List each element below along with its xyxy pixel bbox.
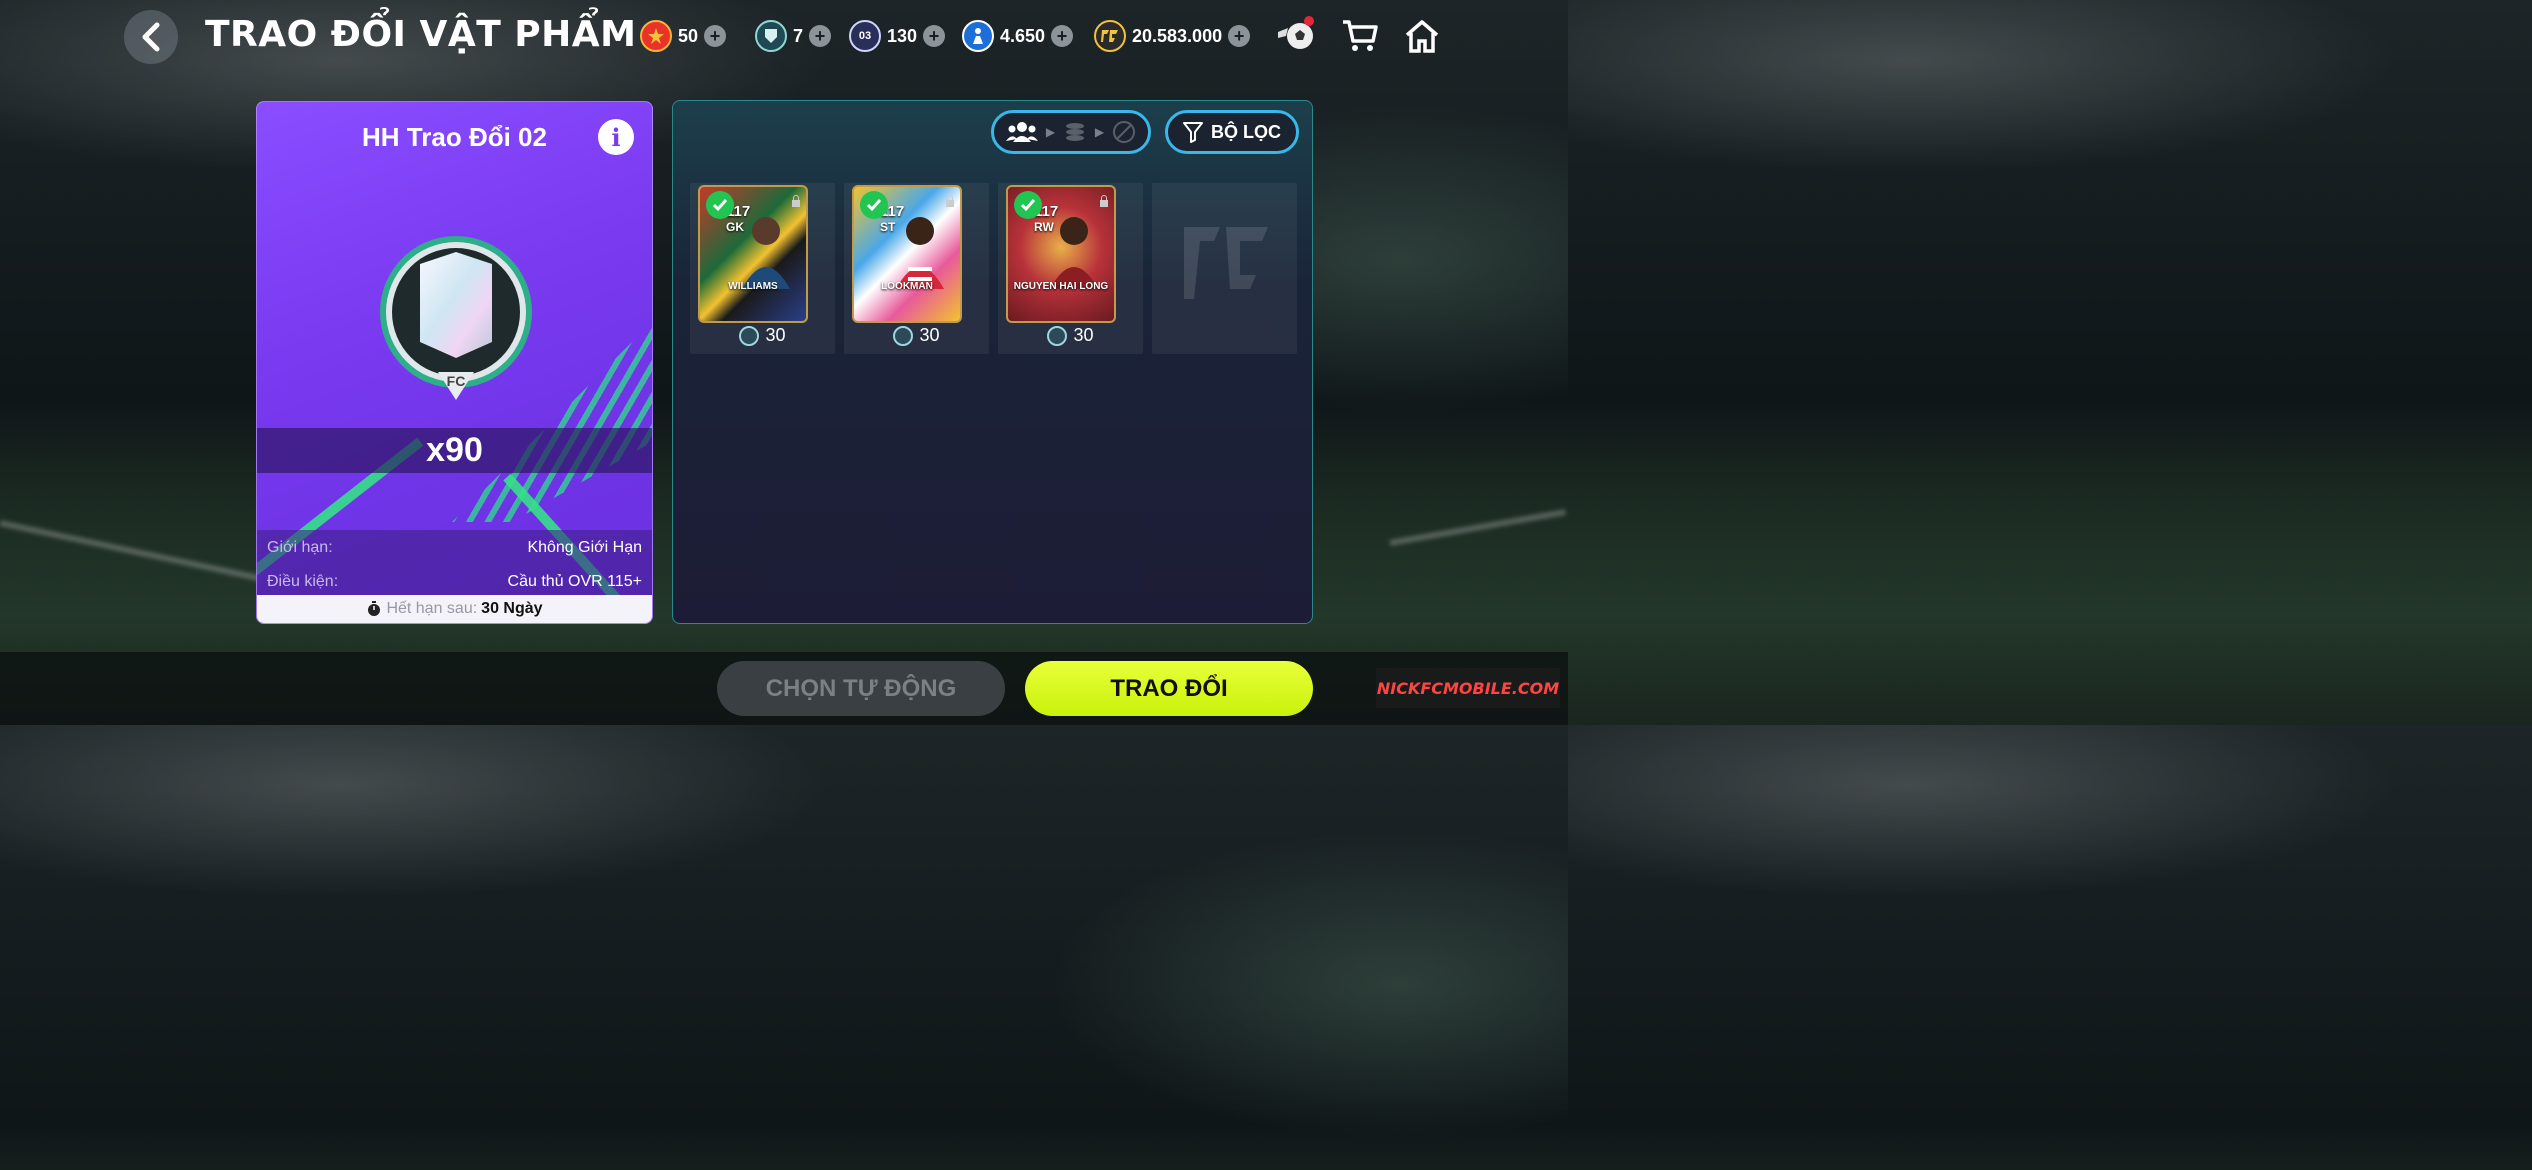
sort-steps-toggle[interactable]: ▶ ▶ (991, 110, 1151, 154)
lock-icon (946, 195, 954, 207)
player-name: NGUYEN HAI LONG (1013, 281, 1109, 292)
condition-value: Cầu thủ OVR 115+ (507, 573, 642, 590)
player-cost: 30 (844, 325, 989, 346)
auto-select-button[interactable]: CHỌN TỰ ĐỘNG (717, 661, 1005, 716)
condition-label: Điều kiện: (267, 573, 339, 590)
player-position: ST (880, 220, 896, 234)
currency-player-token: 4.650 + (962, 20, 1074, 52)
star-token-icon (640, 20, 672, 52)
cost-value: 30 (765, 325, 786, 345)
currency-value: 130 (887, 25, 918, 46)
pitch-line (1389, 509, 1566, 546)
currency-card-token: 03 130 + (849, 20, 946, 52)
player-token-icon (962, 20, 994, 52)
add-currency-button[interactable]: + (1051, 25, 1074, 47)
player-position: RW (1034, 220, 1054, 234)
player-slot[interactable]: 117 GK WILLIAMS 30 (690, 183, 835, 354)
watermark: NICKFCMOBILE.COM (1376, 668, 1560, 708)
currency-shield-token: 7 + (755, 20, 832, 52)
player-card[interactable]: 117 RW NGUYEN HAI LONG (1006, 185, 1116, 323)
checkmark-icon (860, 191, 888, 219)
soccer-ball-icon[interactable] (1274, 14, 1318, 58)
player-portrait (896, 217, 944, 289)
player-name: WILLIAMS (728, 281, 778, 292)
filter-button[interactable]: BỘ LỌC (1165, 110, 1299, 154)
limit-value: Không Giới Hạn (527, 539, 642, 556)
currency-value: 4.650 (1000, 25, 1046, 46)
add-currency-button[interactable]: + (1228, 25, 1251, 47)
currency-value: 50 (678, 25, 699, 46)
player-portrait (742, 217, 790, 289)
shield-token-icon (893, 325, 914, 346)
shield-token-icon (755, 20, 787, 52)
home-icon[interactable] (1400, 14, 1444, 58)
checkmark-icon (1014, 191, 1042, 219)
pitch-line (0, 520, 295, 589)
no-trade-icon (1113, 121, 1136, 143)
player-slot[interactable]: 117 ST LOOKMAN 30 (844, 183, 989, 354)
back-button[interactable] (124, 10, 178, 64)
chevron-right-icon: ▶ (1045, 125, 1056, 139)
shield-badge-icon: FC (378, 234, 534, 404)
player-slot[interactable]: 117 RW NGUYEN HAI LONG 30 (998, 183, 1143, 354)
limit-label: Giới hạn: (267, 539, 333, 556)
player-position: GK (726, 220, 744, 234)
player-cost: 30 (690, 325, 835, 346)
filter-label: BỘ LỌC (1211, 121, 1281, 142)
cost-value: 30 (1073, 325, 1094, 345)
expiry-label: Hết hạn sau: (386, 600, 478, 617)
notification-dot (1304, 16, 1314, 26)
currency-fc-coin: 20.583.000 + (1094, 20, 1251, 52)
shield-token-icon (739, 325, 760, 346)
stopwatch-icon (368, 601, 381, 616)
add-currency-button[interactable]: + (923, 25, 946, 47)
lock-icon (792, 195, 800, 207)
empty-player-slot[interactable] (1152, 183, 1297, 354)
lock-icon (1100, 195, 1108, 207)
conditions-panel: Giới hạn: Không Giới Hạn Điều kiện: Cầu … (257, 530, 652, 598)
card-token-label: 03 (858, 30, 872, 42)
add-currency-button[interactable]: + (704, 25, 727, 47)
info-icon[interactable]: i (598, 119, 634, 155)
cart-icon[interactable] (1338, 14, 1382, 58)
checkmark-icon (706, 191, 734, 219)
chevron-right-icon: ▶ (1094, 125, 1105, 139)
svg-text:FC: FC (447, 373, 466, 389)
currency-value: 7 (793, 25, 804, 46)
player-card[interactable]: 117 ST LOOKMAN (852, 185, 962, 323)
trade-item-card: HH Trao Đổi 02 i FC x90 Giới hạn: Không … (256, 101, 653, 624)
item-title: HH Trao Đổi 02 (362, 122, 547, 152)
player-card[interactable]: 117 GK WILLIAMS (698, 185, 808, 323)
item-quantity: x90 (257, 428, 652, 473)
trade-button[interactable]: TRAO ĐỔI (1025, 661, 1313, 716)
expiry-value: 30 Ngày (481, 600, 543, 617)
chevron-left-icon (142, 22, 160, 52)
fc-logo-icon (1184, 227, 1268, 299)
cost-value: 30 (919, 325, 940, 345)
currency-star-token: 50 + (640, 20, 727, 52)
filter-icon (1183, 122, 1203, 143)
player-cost: 30 (998, 325, 1143, 346)
card-token-icon: 03 (849, 20, 881, 52)
shield-token-icon (1047, 325, 1068, 346)
players-group-icon (1005, 122, 1038, 142)
currency-value: 20.583.000 (1132, 25, 1223, 46)
coins-stack-icon (1066, 123, 1084, 141)
fc-coin-icon (1094, 20, 1126, 52)
expiry-bar: Hết hạn sau: 30 Ngày (257, 595, 652, 623)
players-panel: ▶ ▶ BỘ LỌC 117 GK WILLIAMS 30 117 ST LOO… (672, 100, 1313, 624)
page-title: TRAO ĐỔI VẬT PHẨM (205, 14, 637, 55)
add-currency-button[interactable]: + (809, 25, 832, 47)
player-name: LOOKMAN (881, 281, 933, 292)
